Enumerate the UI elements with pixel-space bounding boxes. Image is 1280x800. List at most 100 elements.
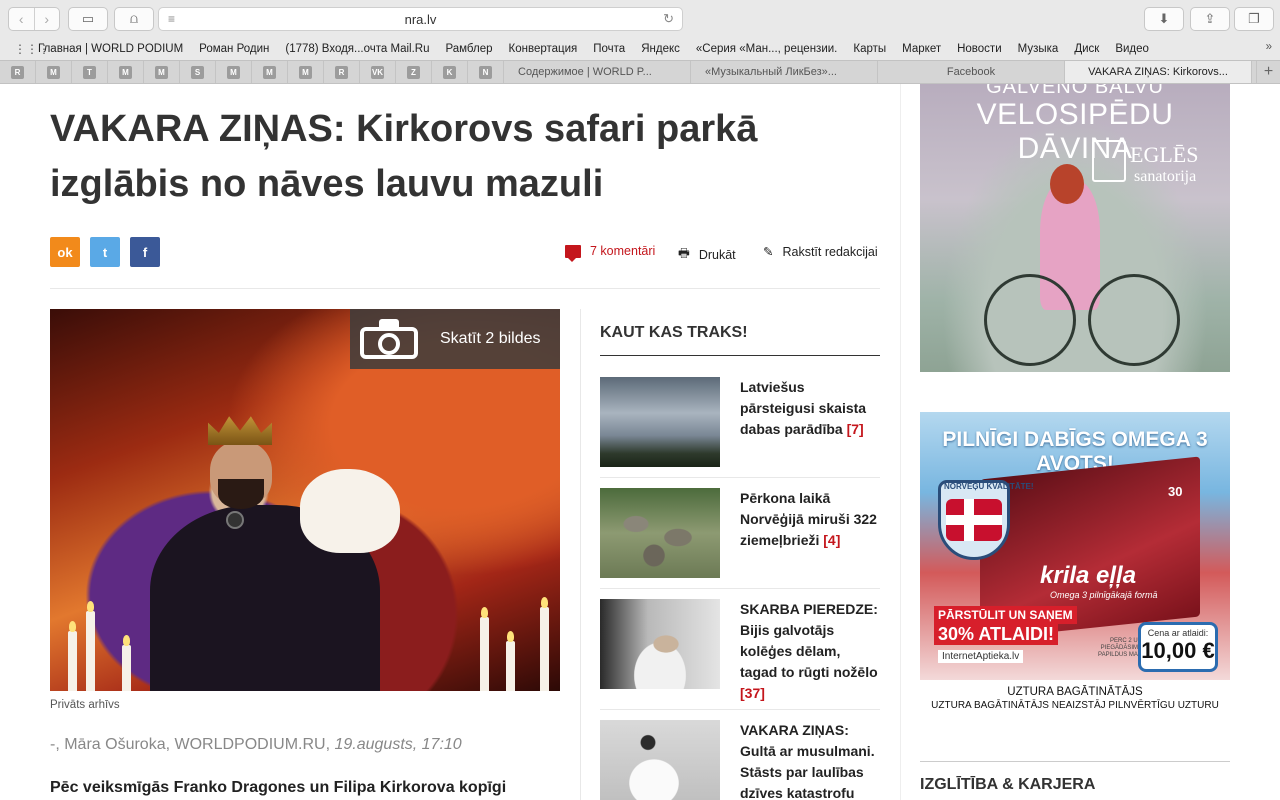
favicon-icon: R — [11, 65, 24, 79]
more-bookmarks-icon[interactable]: » — [1266, 41, 1272, 53]
bookmark-item[interactable]: Роман Родин — [199, 43, 269, 55]
photo-candle — [86, 601, 95, 691]
comment-count[interactable]: [7] — [847, 421, 864, 437]
bookmark-item[interactable]: Маркет — [902, 43, 941, 55]
bookmark-item[interactable]: Конвертация — [509, 43, 578, 55]
tab-content-worldpodium[interactable]: Содержимое | WORLD P... — [504, 61, 691, 83]
bookmark-item[interactable]: Почта — [593, 43, 625, 55]
share-odnoklassniki-button[interactable]: ok — [50, 237, 80, 267]
news-headline[interactable]: SKARBA PIEREDZE: Bijis galvotājs kolēģes… — [740, 599, 880, 704]
list-item[interactable]: Latviešus pārsteigusi skaista dabas parā… — [600, 377, 880, 467]
list-item[interactable]: Pērkona laikā Norvēģijā miruši 322 zieme… — [600, 488, 880, 578]
download-icon: ⬇ — [1158, 11, 1170, 26]
headline-text: SKARBA PIEREDZE: Bijis galvotājs kolēģes… — [740, 601, 878, 680]
bookmark-item[interactable]: Музыка — [1018, 43, 1059, 55]
bookmarks-bar: ⋮⋮⋮ Главная | WORLD PODIUM Роман Родин (… — [0, 38, 1280, 60]
pinned-tab[interactable]: M — [288, 61, 324, 83]
share-button[interactable]: ⇪ — [1190, 7, 1230, 31]
ad-photo-hair — [1050, 164, 1084, 204]
norway-flag-icon — [938, 480, 1010, 560]
tabs-icon: ❐ — [1248, 11, 1260, 26]
bookmark-item[interactable]: Карты — [853, 43, 886, 55]
reload-icon[interactable]: ↻ — [663, 11, 674, 27]
bookmark-item[interactable]: «Серия «Ман..., рецензии. — [696, 43, 837, 55]
news-headline[interactable]: Pērkona laikā Norvēģijā miruši 322 zieme… — [740, 488, 880, 551]
bookmark-item[interactable]: Видео — [1115, 43, 1149, 55]
comment-count[interactable]: [37] — [740, 685, 765, 701]
print-link[interactable]: 🖶 Drukāt — [678, 244, 736, 265]
downloads-button[interactable]: ⬇ — [1144, 7, 1184, 31]
quality-badge: NORVĒĢU KVALITĀTE! — [944, 482, 1034, 491]
pinned-tab[interactable]: T — [72, 61, 108, 83]
back-button[interactable]: ‹ — [9, 8, 34, 30]
divider — [920, 761, 1230, 762]
news-headline[interactable]: VAKARA ZIŅAS: Gultā ar musulmani. Stāsts… — [740, 720, 880, 800]
pinned-tab[interactable]: Z — [396, 61, 432, 83]
pinned-tab[interactable]: K — [432, 61, 468, 83]
pinned-tab[interactable]: VK — [360, 61, 396, 83]
write-label: Rakstīt redakcijai — [782, 244, 878, 259]
news-thumbnail[interactable] — [600, 599, 720, 689]
pinned-tab[interactable]: R — [324, 61, 360, 83]
bicycle-wheel-icon — [984, 274, 1076, 366]
comment-count[interactable]: [4] — [823, 532, 840, 548]
photo-figure-beard — [218, 479, 264, 509]
list-item[interactable]: VAKARA ZIŅAS: Gultā ar musulmani. Stāsts… — [600, 720, 880, 800]
pinned-tab[interactable]: N — [468, 61, 504, 83]
section-title: KAUT KAS TRAKS! — [600, 324, 748, 341]
gallery-button[interactable]: Skatīt 2 bildes — [350, 309, 560, 369]
write-editor-link[interactable]: ✎ Rakstīt redakcijai — [763, 244, 878, 260]
news-thumbnail[interactable] — [600, 720, 720, 800]
pinned-tab[interactable]: R — [0, 61, 36, 83]
bookmark-item[interactable]: (1778) Входя...очта Mail.Ru — [285, 43, 429, 55]
divider — [600, 477, 880, 478]
pinned-tab[interactable]: M — [36, 61, 72, 83]
pinned-tab[interactable]: S — [180, 61, 216, 83]
bookmark-item[interactable]: Рамблер — [445, 43, 492, 55]
list-item[interactable]: SKARBA PIEREDZE: Bijis galvotājs kolēģes… — [600, 599, 880, 701]
nav-buttons: ‹ › — [8, 7, 60, 31]
print-label: Drukāt — [698, 247, 736, 262]
divider — [600, 588, 880, 589]
sidebar-toggle-button[interactable]: ▭ — [68, 7, 108, 31]
article-photo[interactable]: Skatīt 2 bildes — [50, 309, 560, 691]
share-twitter-button[interactable]: t — [90, 237, 120, 267]
product-subtitle: Omega 3 pilnīgākajā formā — [1050, 590, 1158, 600]
ad-banner-omega3[interactable]: PILNĪGI DABĪGS OMEGA 3 AVOTS! 30 NORVĒĢU… — [920, 412, 1230, 680]
article-title: VAKARA ZIŅAS: Kirkorovs safari parkā izg… — [50, 108, 758, 205]
tab-facebook[interactable]: Facebook — [878, 61, 1065, 83]
photo-candle — [68, 621, 77, 691]
bookmark-item[interactable]: Яндекс — [641, 43, 680, 55]
favicon-icon: N — [479, 65, 492, 79]
pinned-tab[interactable]: M — [144, 61, 180, 83]
favicon-icon: S — [191, 65, 204, 79]
ad-logo-text: sanatorija — [1134, 168, 1197, 185]
pinned-tab[interactable]: M — [252, 61, 288, 83]
share-facebook-button[interactable]: f — [130, 237, 160, 267]
pinned-tab[interactable]: M — [108, 61, 144, 83]
tabs-overview-button[interactable]: ❐ — [1234, 7, 1274, 31]
photo-candle — [122, 635, 131, 691]
discount-value: 30% ATLAIDI! — [934, 624, 1059, 645]
news-headline[interactable]: Latviešus pārsteigusi skaista dabas parā… — [740, 377, 880, 440]
comments-link[interactable]: 7 komentāri — [565, 244, 655, 262]
new-tab-button[interactable]: + — [1256, 61, 1280, 83]
grid-icon[interactable]: ⋮⋮⋮ — [14, 42, 50, 56]
bookmark-item[interactable]: Главная | WORLD PODIUM — [38, 43, 183, 55]
bookmark-item[interactable]: Новости — [957, 43, 1002, 55]
divider — [50, 288, 880, 289]
favicon-icon: M — [155, 65, 168, 79]
tab-vakara-zinas[interactable]: VAKARA ZIŅAS: Kirkorovs... — [1065, 61, 1252, 83]
bookmark-item[interactable]: Диск — [1074, 43, 1099, 55]
top-sites-button[interactable]: ⩍ — [114, 7, 154, 31]
tab-muzikalny-likbez[interactable]: «Музыкальный ЛикБез»... — [691, 61, 878, 83]
section-title: IZGLĪTĪBA & KARJERA — [920, 776, 1096, 793]
favicon-icon: Z — [407, 65, 420, 79]
forward-button[interactable]: › — [33, 8, 60, 30]
pinned-tab[interactable]: M — [216, 61, 252, 83]
news-thumbnail[interactable] — [600, 488, 720, 578]
ad-banner-egles[interactable]: GALVENO BALVU VELOSIPĒDU DĀVINA EGLĒS sa… — [920, 84, 1230, 372]
address-bar[interactable]: ≡ nra.lv ↻ — [158, 7, 683, 31]
gallery-label: Skatīt 2 bildes — [440, 330, 541, 347]
news-thumbnail[interactable] — [600, 377, 720, 467]
